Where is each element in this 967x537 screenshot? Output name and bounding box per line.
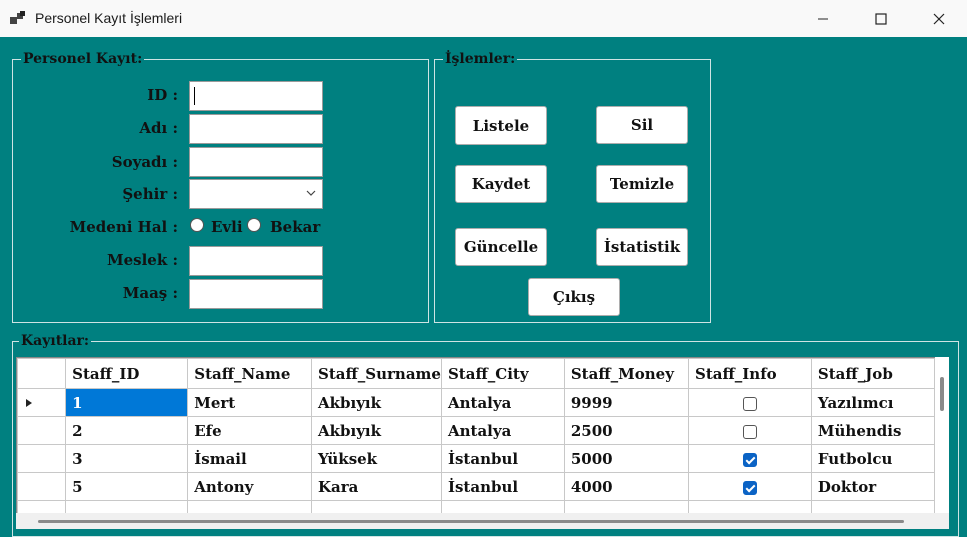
job-field[interactable] xyxy=(189,246,323,276)
table-cell[interactable]: İsmail xyxy=(187,444,312,473)
window-title: Personel Kayıt İşlemleri xyxy=(35,10,183,26)
table-cell[interactable]: Doktor xyxy=(810,472,935,501)
vertical-scroll-thumb[interactable] xyxy=(940,377,944,411)
table-cell[interactable]: 2 xyxy=(65,416,189,445)
table-cell[interactable]: İstanbul xyxy=(440,472,565,501)
close-icon xyxy=(933,13,945,24)
single-label: Bekar xyxy=(270,218,321,236)
table-cell[interactable]: 9999 xyxy=(563,388,689,417)
job-label: Meslek : xyxy=(107,251,178,269)
table-cell[interactable]: 3 xyxy=(65,444,189,473)
single-radio[interactable] xyxy=(247,218,261,232)
records-legend: Kayıtlar: xyxy=(21,333,90,349)
column-header[interactable]: Staff_Surname xyxy=(310,358,442,389)
table-row[interactable]: 3 İsmail Yüksek İstanbul 5000 Futbolcu xyxy=(17,444,935,473)
info-checkbox[interactable] xyxy=(742,424,757,439)
table-row[interactable]: 5 Antony Kara İstanbul 4000 Doktor xyxy=(17,472,935,501)
surname-label: Soyadı : xyxy=(111,153,178,171)
column-header[interactable]: Staff_City xyxy=(440,358,565,389)
name-field[interactable] xyxy=(189,114,323,144)
personnel-form-legend: Personel Kayıt: xyxy=(23,51,143,67)
maximize-icon xyxy=(875,12,887,25)
delete-button[interactable]: Sil xyxy=(596,106,688,144)
table-cell[interactable]: Antalya xyxy=(440,416,565,445)
maximize-button[interactable] xyxy=(852,0,910,37)
clear-button[interactable]: Temizle xyxy=(596,165,688,203)
vertical-scrollbar[interactable] xyxy=(935,357,949,513)
column-header[interactable]: Staff_ID xyxy=(65,358,189,389)
row-header-corner xyxy=(17,358,67,389)
row-header[interactable] xyxy=(17,388,67,417)
table-cell[interactable]: 2500 xyxy=(563,416,689,445)
info-cell[interactable] xyxy=(687,416,812,445)
table-cell[interactable]: Yüksek xyxy=(310,444,442,473)
column-header[interactable]: Staff_Info xyxy=(687,358,812,389)
records-table: Staff_ID Staff_Name Staff_Surname Staff_… xyxy=(17,358,935,514)
id-label: ID : xyxy=(147,86,178,104)
info-checkbox[interactable] xyxy=(742,396,757,411)
window-body: Personel Kayıt: ID : Adı : Soyadı : Şehi… xyxy=(0,37,967,537)
salary-label: Maaş : xyxy=(122,284,178,302)
current-row-arrow-icon xyxy=(26,398,32,407)
exit-button[interactable]: Çıkış xyxy=(528,278,620,316)
table-cell[interactable]: Antony xyxy=(187,472,312,501)
city-label: Şehir : xyxy=(122,185,178,203)
info-cell[interactable] xyxy=(687,444,812,473)
id-field[interactable] xyxy=(189,81,323,111)
table-cell[interactable]: Yazılımcı xyxy=(810,388,935,417)
header-row: Staff_ID Staff_Name Staff_Surname Staff_… xyxy=(17,358,935,389)
name-label: Adı : xyxy=(139,119,178,137)
chevron-down-icon xyxy=(306,190,316,196)
table-row[interactable]: 2 Efe Akbıyık Antalya 2500 Mühendis xyxy=(17,416,935,445)
row-header[interactable] xyxy=(17,444,67,473)
close-button[interactable] xyxy=(910,0,967,37)
table-cell[interactable]: Akbıyık xyxy=(310,388,442,417)
info-cell[interactable] xyxy=(687,472,812,501)
row-header[interactable] xyxy=(17,472,67,501)
table-cell[interactable]: Kara xyxy=(310,472,442,501)
column-header[interactable]: Staff_Money xyxy=(563,358,689,389)
column-header[interactable]: Staff_Name xyxy=(187,358,312,389)
table-cell[interactable]: Antalya xyxy=(440,388,565,417)
married-radio[interactable] xyxy=(190,218,204,232)
app-window-icon xyxy=(10,11,25,24)
actions-legend: İşlemler: xyxy=(445,51,516,67)
horizontal-scrollbar[interactable] xyxy=(16,513,949,529)
list-button[interactable]: Listele xyxy=(455,106,547,145)
marital-status-label: Medeni Hal : xyxy=(69,218,178,236)
table-cell[interactable]: Mühendis xyxy=(810,416,935,445)
statistics-button[interactable]: İstatistik xyxy=(596,228,688,266)
text-caret xyxy=(194,87,195,105)
city-select[interactable] xyxy=(189,179,323,209)
table-cell[interactable]: İstanbul xyxy=(440,444,565,473)
married-label: Evli xyxy=(211,218,243,236)
salary-field[interactable] xyxy=(189,279,323,309)
table-row[interactable]: 1 Mert Akbıyık Antalya 9999 Yazılımcı xyxy=(17,388,935,417)
table-cell[interactable]: Futbolcu xyxy=(810,444,935,473)
table-cell[interactable]: Akbıyık xyxy=(310,416,442,445)
horizontal-scroll-thumb[interactable] xyxy=(38,520,904,523)
table-cell[interactable]: 5000 xyxy=(563,444,689,473)
info-cell[interactable] xyxy=(687,388,812,417)
table-cell[interactable]: 4000 xyxy=(563,472,689,501)
update-button[interactable]: Güncelle xyxy=(455,228,547,266)
table-cell[interactable]: Efe xyxy=(187,416,312,445)
row-header[interactable] xyxy=(17,416,67,445)
save-button[interactable]: Kaydet xyxy=(455,165,547,203)
minimize-button[interactable] xyxy=(794,0,852,37)
surname-field[interactable] xyxy=(189,147,323,177)
table-cell[interactable]: 1 xyxy=(65,388,189,417)
title-bar: Personel Kayıt İşlemleri xyxy=(0,0,967,37)
table-cell[interactable]: 5 xyxy=(65,472,189,501)
table-cell[interactable]: Mert xyxy=(187,388,312,417)
column-header[interactable]: Staff_Job xyxy=(810,358,935,389)
info-checkbox[interactable] xyxy=(742,480,757,495)
info-checkbox[interactable] xyxy=(742,452,757,467)
records-grid[interactable]: Staff_ID Staff_Name Staff_Surname Staff_… xyxy=(16,357,936,515)
minimize-icon xyxy=(818,18,828,19)
